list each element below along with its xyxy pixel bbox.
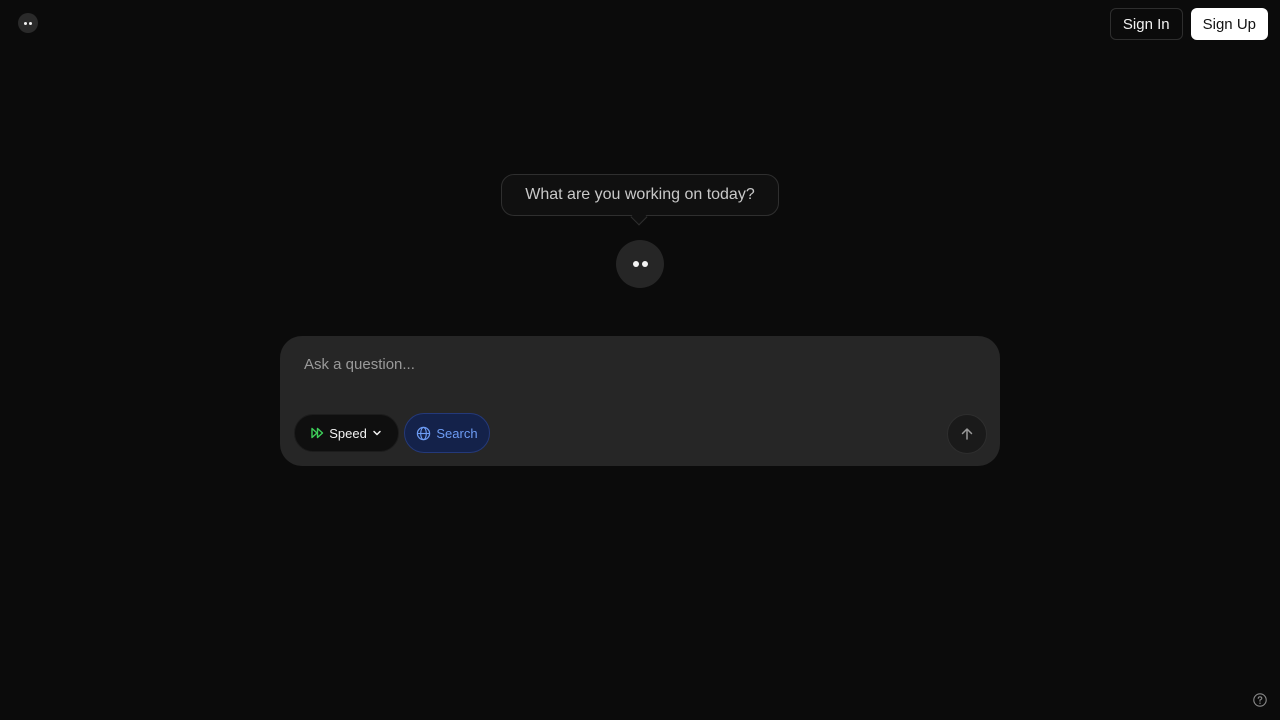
- search-toggle-button[interactable]: Search: [404, 413, 490, 453]
- search-label: Search: [436, 425, 478, 441]
- question-input[interactable]: [304, 356, 964, 380]
- logo-icon[interactable]: [18, 13, 38, 33]
- sign-in-button[interactable]: Sign In: [1109, 8, 1183, 40]
- globe-icon: [416, 426, 431, 441]
- fast-forward-icon: [311, 427, 324, 439]
- logo-dot: [29, 21, 32, 25]
- auth-buttons: Sign In Sign Up: [1109, 8, 1268, 40]
- greeting-text: What are you working on today?: [525, 186, 755, 203]
- avatar-eye: [632, 261, 639, 267]
- arrow-up-icon: [960, 427, 974, 441]
- assistant-avatar-icon: [616, 240, 664, 288]
- mode-selector-button[interactable]: Speed: [294, 414, 399, 452]
- composer: Speed Search: [280, 336, 1000, 466]
- mode-label: Speed: [329, 425, 367, 441]
- page: Sign In Sign Up What are you working on …: [0, 0, 1280, 720]
- logo-dot: [24, 21, 27, 25]
- sign-up-button[interactable]: Sign Up: [1190, 8, 1268, 40]
- send-button[interactable]: [947, 414, 987, 454]
- avatar-eye: [641, 261, 648, 267]
- help-circle-icon[interactable]: [1253, 693, 1267, 707]
- chevron-down-icon: [372, 428, 382, 438]
